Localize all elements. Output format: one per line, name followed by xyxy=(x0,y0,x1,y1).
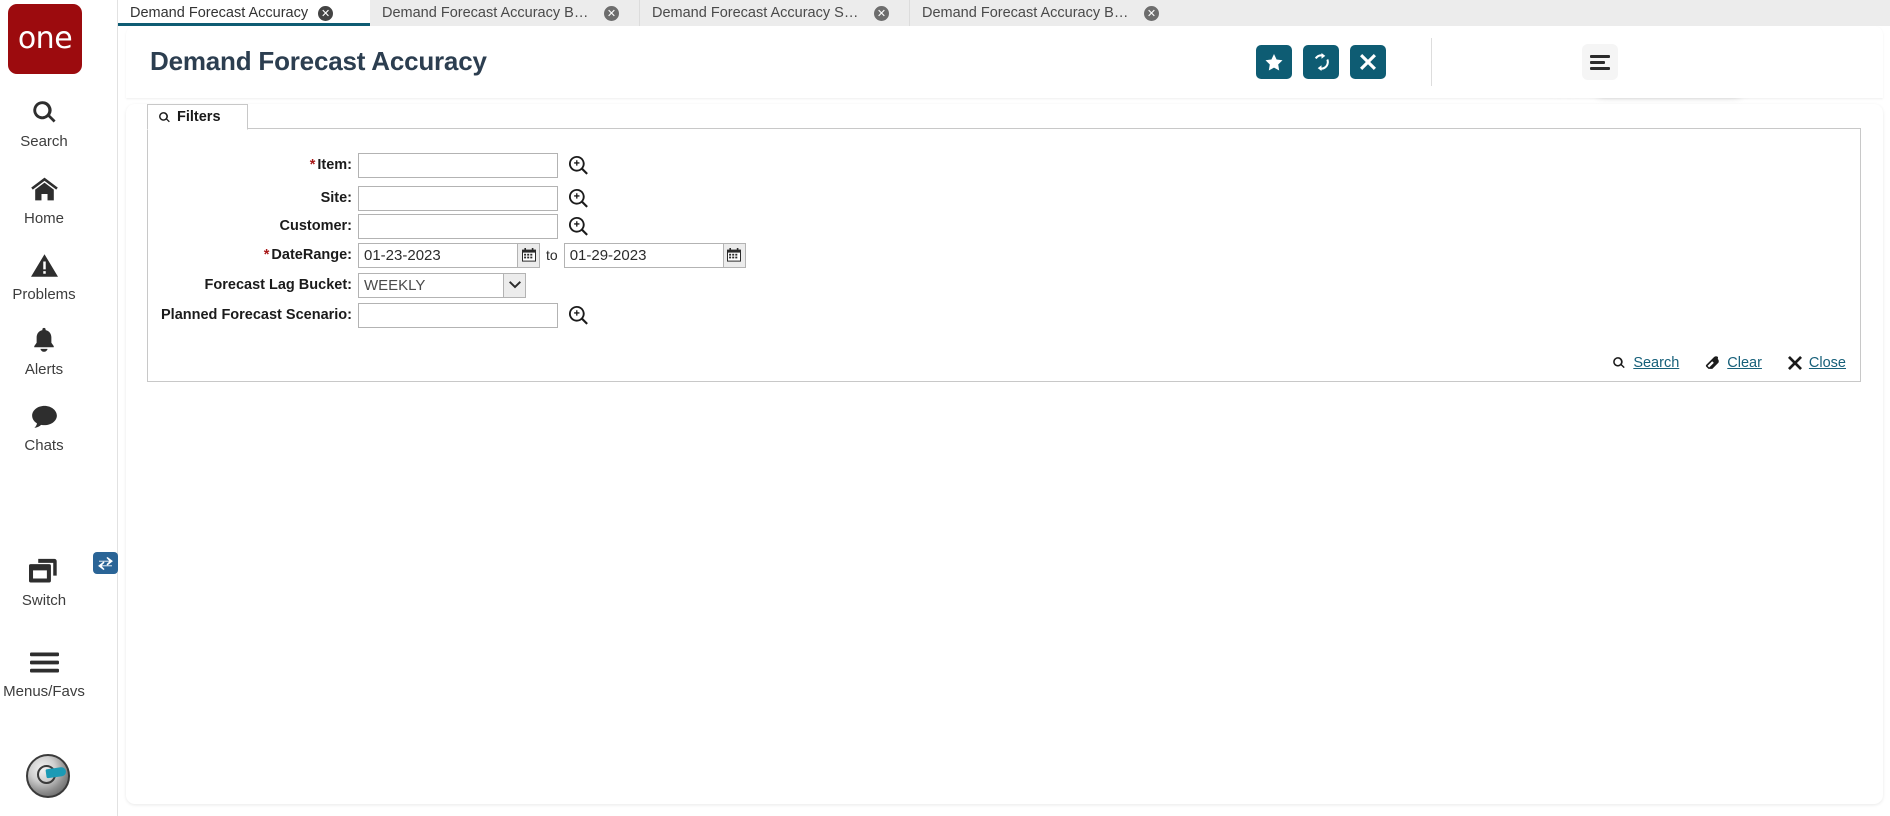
close-icon[interactable]: ✕ xyxy=(318,5,334,21)
switch-badge-icon[interactable] xyxy=(93,552,118,574)
chat-bubble-icon xyxy=(31,399,58,433)
site-lookup-icon[interactable] xyxy=(568,188,588,208)
rail-label-chats: Chats xyxy=(24,437,64,454)
forecast-lag-bucket-select[interactable]: WEEKLY xyxy=(358,272,526,298)
close-button[interactable] xyxy=(1350,45,1386,79)
rail-label-menus-favs: Menus/Favs xyxy=(3,683,85,700)
rail-item-menus-favs[interactable]: Menus/Favs xyxy=(0,645,88,699)
rail-item-home[interactable]: Home xyxy=(0,172,88,226)
customer-input[interactable] xyxy=(358,213,558,239)
clear-button[interactable]: Clear xyxy=(1705,355,1762,371)
hamburger-icon xyxy=(29,645,59,679)
bell-icon xyxy=(32,323,56,357)
filter-label-forecast-lag-bucket: Forecast Lag Bucket: xyxy=(204,277,352,293)
search-icon xyxy=(1612,356,1626,370)
filter-row-site: Site: xyxy=(148,185,588,211)
required-marker: * xyxy=(309,157,316,173)
eraser-icon xyxy=(1705,356,1720,370)
filter-label-planned-forecast-scenario: Planned Forecast Scenario: xyxy=(161,307,352,323)
tab-demand-forecast-accuracy-by-item[interactable]: Demand Forecast Accuracy By It... ✕ xyxy=(370,0,640,26)
item-input[interactable] xyxy=(358,152,558,178)
tab-label: Demand Forecast Accuracy xyxy=(130,5,309,21)
hamburger-icon xyxy=(1590,52,1610,73)
clear-button-label: Clear xyxy=(1727,355,1762,371)
close-filters-button[interactable]: Close xyxy=(1787,355,1846,371)
search-icon xyxy=(31,95,58,129)
filter-label-item: * Item: xyxy=(309,157,352,173)
tab-demand-forecast-accuracy-by-product[interactable]: Demand Forecast Accuracy By Pr... ✕ xyxy=(910,0,1180,26)
switch-windows-icon xyxy=(29,552,118,588)
filter-row-forecast-lag-bucket: Forecast Lag Bucket: WEEKLY xyxy=(148,272,526,298)
search-icon xyxy=(158,111,171,124)
customer-lookup-icon[interactable] xyxy=(568,216,588,236)
tab-demand-forecast-accuracy[interactable]: Demand Forecast Accuracy ✕ xyxy=(118,0,370,26)
chevron-down-icon[interactable] xyxy=(504,272,526,298)
filter-row-item: * Item: xyxy=(148,152,588,178)
left-navigation-rail: one Search Home Problems Alerts Chats Sw… xyxy=(0,0,118,816)
assistant-avatar[interactable] xyxy=(26,754,70,798)
rail-label-switch: Switch xyxy=(21,592,67,609)
date-range-to-calendar-icon[interactable] xyxy=(723,242,746,268)
home-icon xyxy=(30,172,59,206)
close-icon[interactable]: ✕ xyxy=(604,5,619,21)
required-marker: * xyxy=(263,247,270,263)
one-logo[interactable]: one xyxy=(8,4,82,74)
filters-panel: Filters * Item: Site: Customer: * DateRa… xyxy=(147,104,1861,382)
tab-demand-forecast-accuracy-summary[interactable]: Demand Forecast Accuracy Sum... ✕ xyxy=(640,0,910,26)
main-content-panel: Filters * Item: Site: Customer: * DateRa… xyxy=(126,104,1883,804)
favorite-button[interactable] xyxy=(1256,45,1292,79)
close-icon[interactable]: ✕ xyxy=(874,5,889,21)
search-button-label: Search xyxy=(1633,355,1680,371)
filter-label-date-range: * DateRange: xyxy=(263,247,352,263)
rail-label-alerts: Alerts xyxy=(24,361,64,378)
header-divider xyxy=(1431,38,1432,86)
planned-forecast-scenario-lookup-icon[interactable] xyxy=(568,305,588,325)
date-range-from-input[interactable] xyxy=(358,242,518,268)
one-logo-text: one xyxy=(17,21,73,56)
date-range-from-calendar-icon[interactable] xyxy=(518,242,540,268)
rail-label-search: Search xyxy=(20,133,68,150)
rail-label-problems: Problems xyxy=(12,286,76,303)
page-title: Demand Forecast Accuracy xyxy=(150,46,487,76)
refresh-button[interactable] xyxy=(1303,45,1339,79)
rail-item-search[interactable]: Search xyxy=(0,95,88,149)
filter-label-site: Site: xyxy=(320,190,352,206)
rail-item-problems[interactable]: Problems xyxy=(0,248,88,302)
tab-label: Demand Forecast Accuracy Sum... xyxy=(652,5,864,21)
date-range-to-input[interactable] xyxy=(563,242,724,268)
rail-item-chats[interactable]: Chats xyxy=(0,399,88,453)
rail-item-switch[interactable]: Switch xyxy=(0,552,118,609)
filter-row-customer: Customer: xyxy=(148,213,588,239)
x-icon xyxy=(1787,356,1802,370)
date-range-separator: to xyxy=(546,247,558,263)
menus-favorites-button[interactable] xyxy=(1582,44,1618,80)
close-filters-button-label: Close xyxy=(1808,355,1846,371)
x-icon xyxy=(1360,54,1376,70)
warning-icon xyxy=(30,248,58,282)
tab-filters[interactable]: Filters xyxy=(147,104,248,130)
rail-item-alerts[interactable]: Alerts xyxy=(0,323,88,377)
filter-actions: Search Clear Close xyxy=(1612,355,1846,371)
application-window: one Search Home Problems Alerts Chats Sw… xyxy=(0,0,1890,816)
page-header: Demand Forecast Accuracy xyxy=(126,26,1883,98)
refresh-icon xyxy=(1312,53,1331,71)
close-icon[interactable]: ✕ xyxy=(1144,5,1159,21)
tab-filters-label: Filters xyxy=(177,109,221,125)
site-input[interactable] xyxy=(358,185,558,211)
browser-tab-bar: Demand Forecast Accuracy ✕ Demand Foreca… xyxy=(118,0,1890,26)
planned-forecast-scenario-input[interactable] xyxy=(358,302,558,328)
item-lookup-icon[interactable] xyxy=(568,155,588,175)
filter-row-date-range: * DateRange: 01-23-2023 to 01-29-2023 xyxy=(148,242,746,268)
star-icon xyxy=(1265,53,1283,71)
search-button[interactable]: Search xyxy=(1612,355,1679,371)
tab-label: Demand Forecast Accuracy By It... xyxy=(382,5,594,21)
tab-label: Demand Forecast Accuracy By Pr... xyxy=(922,5,1134,21)
filter-row-planned-forecast-scenario: Planned Forecast Scenario: xyxy=(148,302,588,328)
rail-label-home: Home xyxy=(23,210,64,227)
forecast-lag-bucket-value: WEEKLY xyxy=(358,272,504,298)
filter-label-customer: Customer: xyxy=(279,218,352,234)
